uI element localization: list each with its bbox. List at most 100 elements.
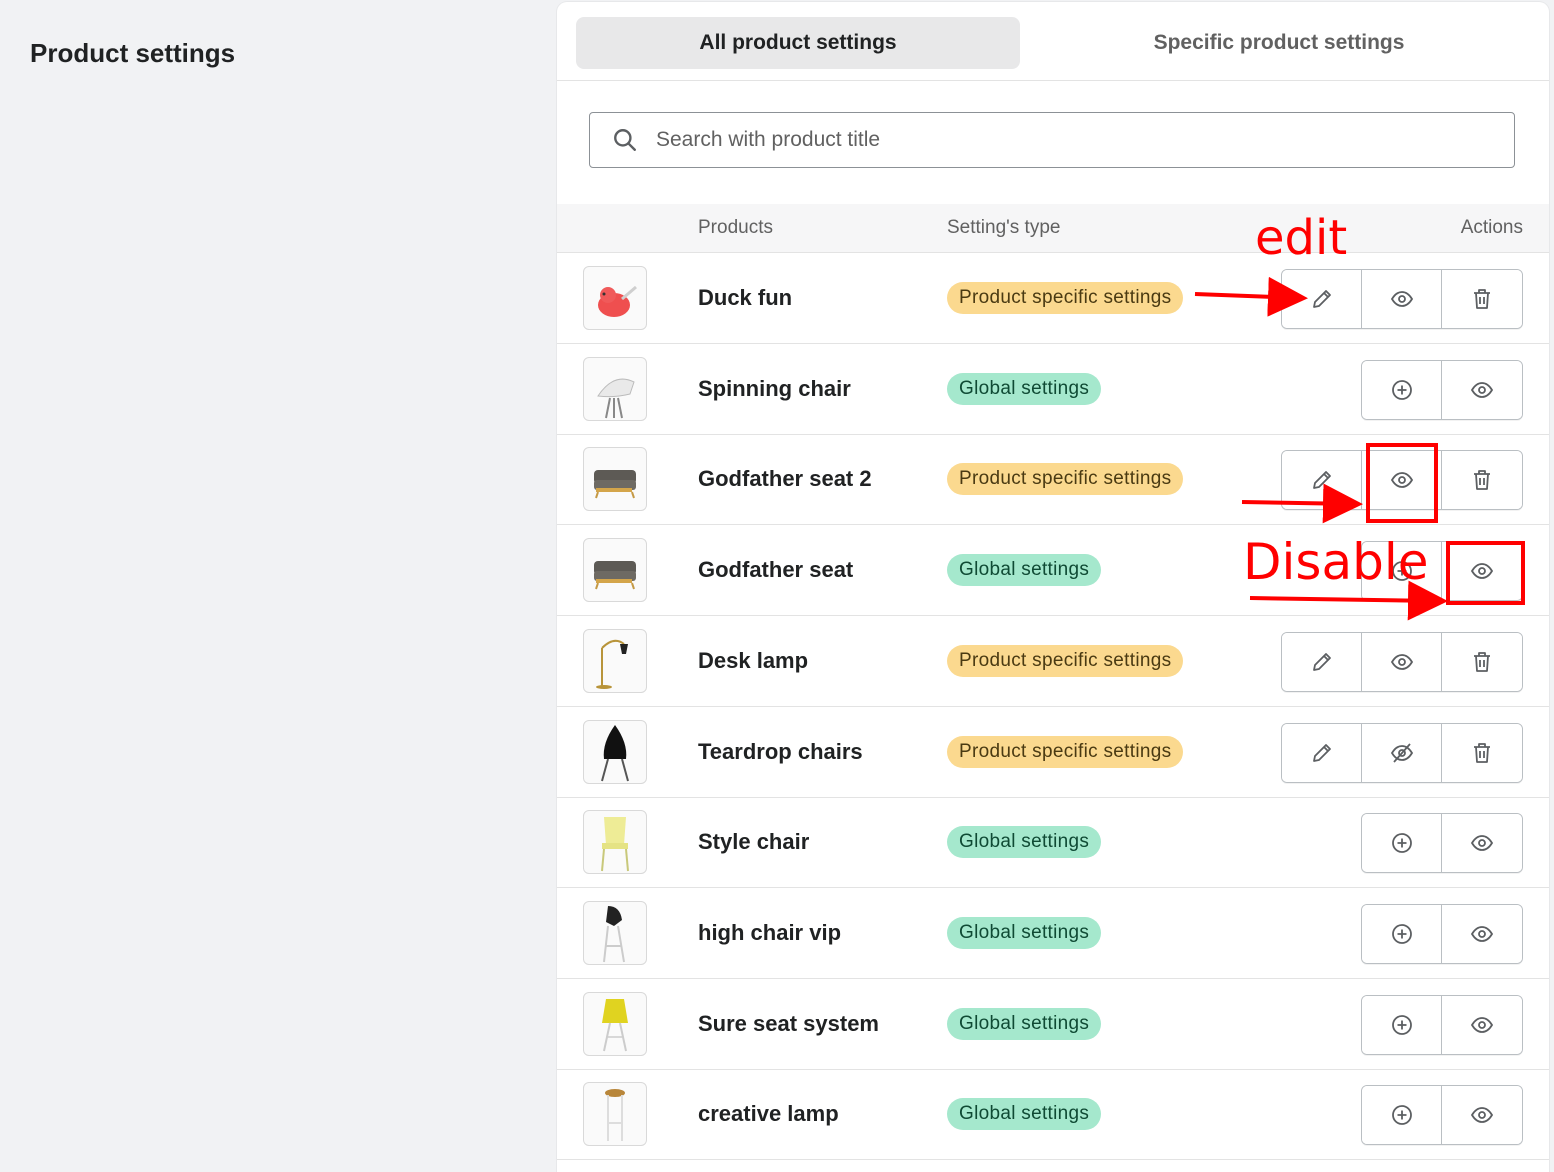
plus-circle-icon	[1390, 1103, 1414, 1127]
product-name: Godfather seat 2	[698, 466, 872, 491]
toggle-visibility-button[interactable]	[1362, 724, 1442, 782]
delete-button[interactable]	[1442, 633, 1522, 691]
row-actions	[1361, 360, 1523, 420]
eye-icon	[1470, 559, 1494, 583]
table-row: creative lamp Global settings	[557, 1069, 1549, 1160]
product-name: Style chair	[698, 829, 810, 854]
product-thumbnail	[583, 447, 647, 511]
toggle-visibility-button[interactable]	[1362, 270, 1442, 328]
product-specific-badge: Product specific settings	[947, 463, 1184, 495]
add-settings-button[interactable]	[1362, 361, 1442, 419]
tab-all-product-settings[interactable]: All product settings	[576, 17, 1020, 69]
trash-icon	[1470, 287, 1494, 311]
eye-icon	[1390, 650, 1414, 674]
table-row: high chair vip Global settings	[557, 888, 1549, 979]
product-name: Desk lamp	[698, 648, 809, 673]
page-title: Product settings	[30, 38, 236, 68]
header-products: Products	[698, 217, 773, 238]
toggle-visibility-button[interactable]	[1362, 633, 1442, 691]
pencil-icon	[1310, 650, 1334, 674]
row-actions	[1361, 995, 1523, 1055]
product-specific-badge: Product specific settings	[947, 282, 1184, 314]
table-row: Duck fun Product specific settings	[557, 253, 1549, 344]
annotation-disable-label: Disable	[1243, 533, 1429, 591]
table-row: Godfather seat 2 Product specific setting…	[557, 434, 1549, 525]
eye-icon	[1470, 1103, 1494, 1127]
edit-button[interactable]	[1282, 451, 1362, 509]
delete-button[interactable]	[1442, 270, 1522, 328]
add-settings-button[interactable]	[1362, 814, 1442, 872]
row-actions	[1361, 904, 1523, 964]
tab-specific-product-settings[interactable]: Specific product settings	[1057, 17, 1501, 69]
pencil-icon	[1310, 468, 1334, 492]
table-row: Sure seat system Global settings	[557, 979, 1549, 1070]
plus-circle-icon	[1390, 1013, 1414, 1037]
toggle-visibility-button[interactable]	[1442, 361, 1522, 419]
global-settings-badge: Global settings	[947, 554, 1102, 586]
plus-circle-icon	[1390, 831, 1414, 855]
product-name: high chair vip	[698, 920, 842, 945]
toggle-visibility-button[interactable]	[1442, 814, 1522, 872]
product-thumbnail	[583, 1082, 647, 1146]
eye-icon	[1470, 922, 1494, 946]
search-field[interactable]	[589, 112, 1515, 168]
trash-icon	[1470, 741, 1494, 765]
delete-button[interactable]	[1442, 724, 1522, 782]
edit-button[interactable]	[1282, 270, 1362, 328]
delete-button[interactable]	[1442, 451, 1522, 509]
header-settings-type: Setting's type	[947, 217, 1061, 238]
eye-icon	[1470, 1013, 1494, 1037]
product-thumbnail	[583, 629, 647, 693]
product-name: Godfather seat	[698, 557, 854, 582]
table-header: Products Setting's type Actions	[557, 204, 1549, 253]
search-icon	[612, 127, 638, 153]
eye-icon	[1470, 831, 1494, 855]
eye-slash-icon	[1390, 741, 1414, 765]
product-thumbnail	[583, 992, 647, 1056]
annotation-edit-label: edit	[1255, 210, 1348, 266]
table-row: Desk lamp Product specific settings	[557, 616, 1549, 707]
product-name: creative lamp	[698, 1101, 839, 1126]
product-name: Sure seat system	[698, 1011, 879, 1036]
row-actions	[1361, 813, 1523, 873]
add-settings-button[interactable]	[1362, 1086, 1442, 1144]
toggle-visibility-button[interactable]	[1442, 1086, 1522, 1144]
product-thumbnail	[583, 720, 647, 784]
product-name: Teardrop chairs	[698, 739, 863, 764]
trash-icon	[1470, 650, 1494, 674]
toggle-visibility-button[interactable]	[1362, 451, 1442, 509]
row-actions	[1281, 450, 1523, 510]
product-thumbnail	[583, 538, 647, 602]
plus-circle-icon	[1390, 378, 1414, 402]
row-actions	[1361, 1085, 1523, 1145]
toggle-visibility-button[interactable]	[1442, 996, 1522, 1054]
toggle-visibility-button[interactable]	[1442, 905, 1522, 963]
product-specific-badge: Product specific settings	[947, 736, 1184, 768]
product-name: Duck fun	[698, 285, 793, 310]
add-settings-button[interactable]	[1362, 996, 1442, 1054]
row-actions	[1281, 723, 1523, 783]
toggle-visibility-button[interactable]	[1442, 542, 1522, 600]
add-settings-button[interactable]	[1362, 905, 1442, 963]
global-settings-badge: Global settings	[947, 1008, 1102, 1040]
edit-button[interactable]	[1282, 724, 1362, 782]
product-specific-badge: Product specific settings	[947, 645, 1184, 677]
table-row: Style chair Global settings	[557, 797, 1549, 888]
pencil-icon	[1310, 287, 1334, 311]
eye-icon	[1390, 287, 1414, 311]
plus-circle-icon	[1390, 922, 1414, 946]
eye-icon	[1390, 468, 1414, 492]
product-thumbnail	[583, 901, 647, 965]
global-settings-badge: Global settings	[947, 1098, 1102, 1130]
table-row: Spinning chair Global settings	[557, 344, 1549, 435]
product-name: Spinning chair	[698, 376, 851, 401]
edit-button[interactable]	[1282, 633, 1362, 691]
product-thumbnail	[583, 810, 647, 874]
global-settings-badge: Global settings	[947, 917, 1102, 949]
header-actions: Actions	[1460, 217, 1523, 238]
table-row: Teardrop chairs Product specific settings	[557, 707, 1549, 798]
search-input[interactable]	[654, 127, 1514, 153]
row-actions	[1281, 632, 1523, 692]
eye-icon	[1470, 378, 1494, 402]
tabs-bar: All product settings Specific product se…	[557, 2, 1549, 81]
